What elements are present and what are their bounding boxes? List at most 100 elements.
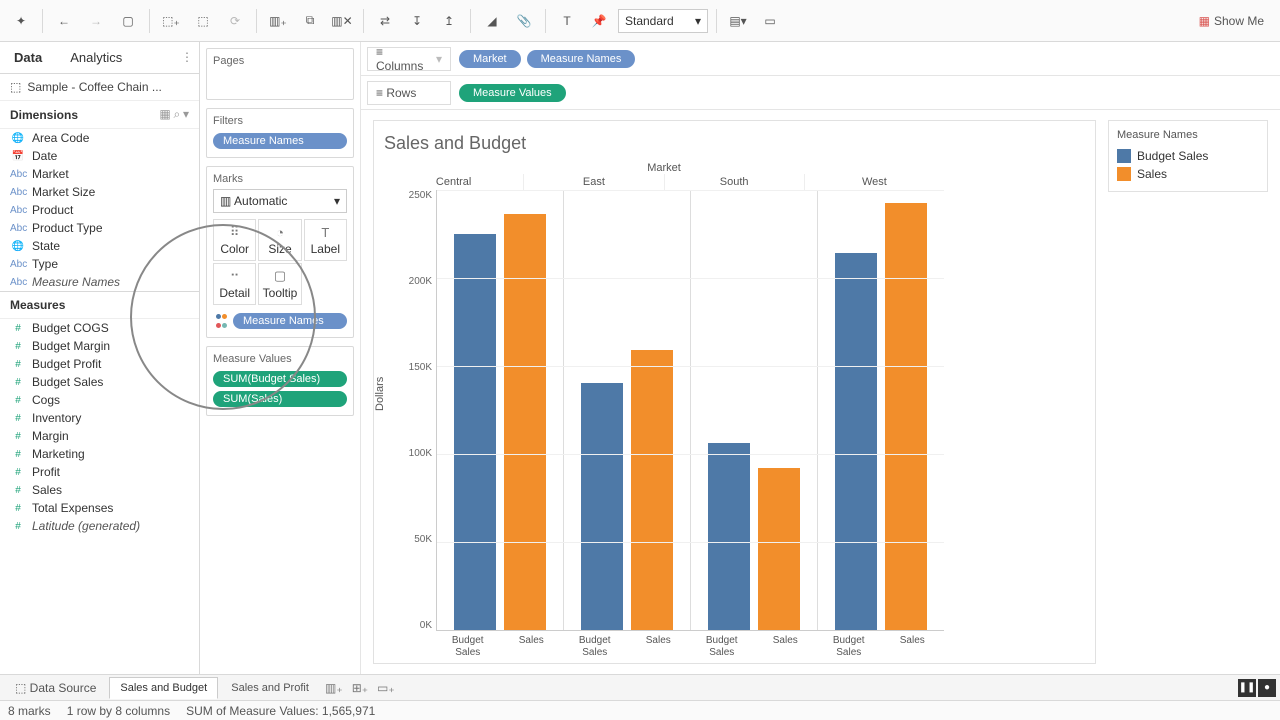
bar-budget-sales[interactable] <box>581 383 623 630</box>
measure-budget-cogs[interactable]: #Budget COGS <box>0 319 199 337</box>
new-datasource-icon[interactable]: ⬚₊ <box>158 8 184 34</box>
bar-sales[interactable] <box>504 214 546 630</box>
show-cards-icon[interactable]: ▤▾ <box>725 8 751 34</box>
measure-budget-profit[interactable]: #Budget Profit <box>0 355 199 373</box>
measure-cogs[interactable]: #Cogs <box>0 391 199 409</box>
new-worksheet-tab-icon[interactable]: ▥₊ <box>322 678 346 698</box>
rows-shelf[interactable]: ≡ Rows Measure Values <box>361 76 1280 110</box>
measure-latitude-generated-[interactable]: #Latitude (generated) <box>0 517 199 535</box>
dimension-market-size[interactable]: AbcMarket Size <box>0 183 199 201</box>
region-south <box>691 190 818 630</box>
measure-inventory[interactable]: #Inventory <box>0 409 199 427</box>
clear-icon[interactable]: ▥✕ <box>329 8 355 34</box>
dimension-area-code[interactable]: 🌐Area Code <box>0 129 199 147</box>
measure-total-expenses[interactable]: #Total Expenses <box>0 499 199 517</box>
duplicate-icon[interactable]: ⧉ <box>297 8 323 34</box>
dimension-date[interactable]: 📅Date <box>0 147 199 165</box>
dimension-measure-names[interactable]: AbcMeasure Names <box>0 273 199 291</box>
tab-analytics[interactable]: Analytics <box>56 42 136 73</box>
detail-icon: ⠒ <box>230 268 240 284</box>
sort-asc-icon[interactable]: ↧ <box>404 8 430 34</box>
bar-sales[interactable] <box>631 350 673 630</box>
measure-values-shelf[interactable]: Measure Values SUM(Budget Sales) SUM(Sal… <box>206 346 354 416</box>
bar-budget-sales[interactable] <box>835 253 877 630</box>
fit-dropdown[interactable]: Standard ▾ <box>618 9 708 33</box>
mark-size-button[interactable]: ◔Size <box>258 219 301 261</box>
dimension-type[interactable]: AbcType <box>0 255 199 273</box>
forward-icon[interactable]: → <box>83 8 109 34</box>
labels-icon[interactable]: T <box>554 8 580 34</box>
mark-label-button[interactable]: TLabel <box>304 219 347 261</box>
legend-item[interactable]: Sales <box>1117 165 1259 183</box>
tab-sheet-sales-and-profit[interactable]: Sales and Profit <box>220 677 320 699</box>
mark-type-dropdown[interactable]: ▥ Automatic ▾ <box>213 189 347 213</box>
tab-sheet-sales-and-budget[interactable]: Sales and Budget <box>109 677 218 699</box>
dimension-state[interactable]: 🌐State <box>0 237 199 255</box>
measure-sales[interactable]: #Sales <box>0 481 199 499</box>
save-icon[interactable]: ▢ <box>115 8 141 34</box>
datasource-row[interactable]: ⬚ Sample - Coffee Chain ... <box>0 74 199 101</box>
legend-item[interactable]: Budget Sales <box>1117 147 1259 165</box>
measure-budget-margin[interactable]: #Budget Margin <box>0 337 199 355</box>
mark-tooltip-button[interactable]: ▢Tooltip <box>258 263 301 305</box>
x-label: BudgetSales <box>690 631 754 659</box>
col-pill-measure-names[interactable]: Measure Names <box>527 50 636 68</box>
field-type-icon: # <box>10 359 26 370</box>
new-worksheet-icon[interactable]: ▥₊ <box>265 8 291 34</box>
measure-budget-sales[interactable]: #Budget Sales <box>0 373 199 391</box>
chart-plot-area[interactable] <box>436 190 944 631</box>
tab-data[interactable]: Data <box>0 42 56 73</box>
measure-marketing[interactable]: #Marketing <box>0 445 199 463</box>
dimension-product-type[interactable]: AbcProduct Type <box>0 219 199 237</box>
col-pill-market[interactable]: Market <box>459 50 521 68</box>
bar-budget-sales[interactable] <box>454 234 496 630</box>
pause-icon[interactable]: ❚❚ <box>1238 679 1256 697</box>
show-me-button[interactable]: ▦ Show Me <box>1191 8 1272 34</box>
color-legend[interactable]: Measure Names Budget SalesSales <box>1108 120 1268 192</box>
new-story-tab-icon[interactable]: ▭₊ <box>374 678 398 698</box>
pin-icon[interactable]: 📌 <box>586 8 612 34</box>
mark-color-button[interactable]: ⠿Color <box>213 219 256 261</box>
field-type-icon: Abc <box>10 277 26 288</box>
sort-desc-icon[interactable]: ↥ <box>436 8 462 34</box>
dimension-product[interactable]: AbcProduct <box>0 201 199 219</box>
measure-profit[interactable]: #Profit <box>0 463 199 481</box>
view-icon[interactable]: ▦ <box>159 107 170 121</box>
status-bar: 8 marks 1 row by 8 columns SUM of Measur… <box>0 700 1280 720</box>
back-icon[interactable]: ← <box>51 8 77 34</box>
columns-shelf[interactable]: ≡ Columns ▾ Market Measure Names <box>361 42 1280 76</box>
presentation-icon[interactable]: ▭ <box>757 8 783 34</box>
measure-margin[interactable]: #Margin <box>0 427 199 445</box>
filter-pill-measure-names[interactable]: Measure Names <box>213 133 347 149</box>
field-type-icon: # <box>10 341 26 352</box>
bar-sales[interactable] <box>885 203 927 630</box>
record-icon[interactable]: ● <box>1258 679 1276 697</box>
tab-datasource[interactable]: ⬚ Data Source <box>4 676 107 700</box>
bar-sales[interactable] <box>758 468 800 630</box>
highlight-icon[interactable]: ◢ <box>479 8 505 34</box>
row-pill-measure-values[interactable]: Measure Values <box>459 84 566 102</box>
columns-icon: ≡ <box>376 45 383 59</box>
new-dashboard-tab-icon[interactable]: ⊞₊ <box>348 678 372 698</box>
mark-pill-measure-names[interactable]: Measure Names <box>233 313 347 329</box>
legend-swatch <box>1117 167 1131 181</box>
filters-shelf[interactable]: Filters Measure Names <box>206 108 354 158</box>
search-icon[interactable]: ⌕ <box>173 107 180 121</box>
tableau-logo-icon[interactable]: ✦ <box>8 8 34 34</box>
group-icon[interactable]: 📎 <box>511 8 537 34</box>
measure-values-label: Measure Values <box>213 353 347 365</box>
columns-label: Columns <box>376 59 423 73</box>
bar-budget-sales[interactable] <box>708 443 750 630</box>
field-type-icon: # <box>10 467 26 478</box>
pages-shelf[interactable]: Pages <box>206 48 354 100</box>
refresh-icon[interactable]: ⟳ <box>222 8 248 34</box>
mv-pill-budget-sales[interactable]: SUM(Budget Sales) <box>213 371 347 387</box>
datapane-menu-icon[interactable]: ⋮ <box>175 42 199 73</box>
swap-icon[interactable]: ⇄ <box>372 8 398 34</box>
pause-updates-icon[interactable]: ⬚ <box>190 8 216 34</box>
dimension-market[interactable]: AbcMarket <box>0 165 199 183</box>
dimensions-menu-icon[interactable]: ▾ <box>183 107 189 121</box>
chart-title[interactable]: Sales and Budget <box>384 129 1085 162</box>
mv-pill-sales[interactable]: SUM(Sales) <box>213 391 347 407</box>
mark-detail-button[interactable]: ⠒Detail <box>213 263 256 305</box>
